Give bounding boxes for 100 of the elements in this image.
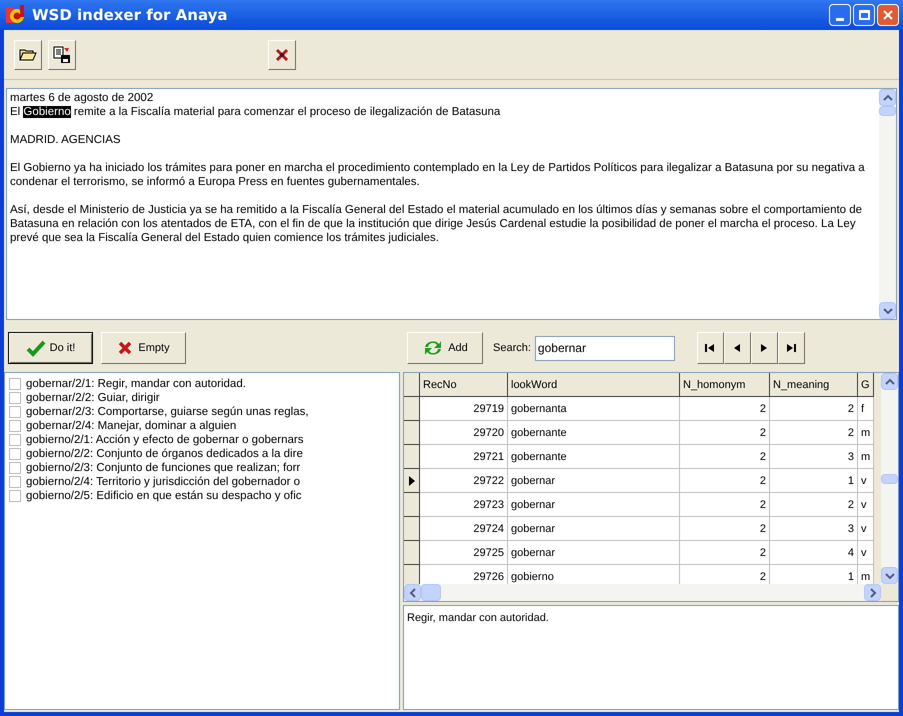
sense-checkbox[interactable] [9,476,21,488]
window-title: WSD indexer for Anaya [32,4,228,26]
table-cell: 29726 [420,565,508,584]
row-indicator[interactable] [404,445,420,469]
add-button[interactable]: Add [407,332,483,364]
table-cell: v [858,517,874,541]
document-text-area[interactable] [6,88,897,320]
document-paragraph: El Gobierno ya ha iniciado los trámites para poner en marcha el procedimiento contemplado en la Ley de Partidos Políticos para ilegalizar a Batasuna por su negativa a condenar el terrorismo, se informó a Europa Press en fuentes gubernamentales. [10,161,866,189]
sense-checkbox[interactable] [9,448,21,460]
grid-vertical-scrollbar[interactable] [881,373,898,584]
sense-checkbox[interactable] [9,406,21,418]
scroll-down-button[interactable] [881,567,898,584]
sense-checkbox[interactable] [9,378,21,390]
table-cell: gobernar [508,493,680,517]
column-header[interactable]: N_homonym [680,373,770,397]
table-cell: 2 [680,541,770,565]
sense-label[interactable]: gobierno/2/4: Territorio y jurisdicción del gobernador o [26,475,300,489]
table-cell: 4 [770,541,858,565]
table-cell: 2 [770,493,858,517]
definition-text: Regir, mandar con autoridad. [407,612,549,624]
scroll-down-button[interactable] [879,302,896,319]
previous-record-button[interactable] [724,332,751,364]
table-cell: gobernar [508,517,680,541]
sense-label[interactable]: gobernar/2/2: Guiar, dirigir [26,391,160,405]
app-icon [6,5,26,25]
scroll-up-button[interactable] [881,373,898,390]
column-header[interactable]: G [858,373,874,397]
table-cell: 2 [680,565,770,584]
scroll-right-button[interactable] [864,584,881,601]
cross-icon [274,46,290,62]
search-label: Search: [493,340,531,356]
sense-label[interactable]: gobierno/2/5: Edificio en que están su despacho y ofic [26,489,302,503]
column-header[interactable]: RecNo [420,373,508,397]
scrollbar-thumb[interactable] [421,584,441,601]
table-cell: gobernar [508,469,680,493]
open-folder-button[interactable] [14,40,42,70]
sense-label[interactable]: gobierno/2/3: Conjunto de funciones que realizan; forr [26,461,300,475]
last-record-button[interactable] [778,332,805,364]
close-button[interactable] [877,4,899,26]
document-paragraph: MADRID. AGENCIAS [10,133,122,147]
scroll-up-button[interactable] [879,89,896,106]
next-record-button[interactable] [750,332,778,364]
table-cell: 2 [680,445,770,469]
scroll-left-button[interactable] [404,584,421,601]
table-cell: gobernante [508,421,680,445]
empty-button[interactable]: Empty [101,332,186,364]
vertical-scrollbar[interactable] [879,89,896,319]
table-cell: gobernante [508,445,680,469]
maximize-button[interactable] [853,4,875,26]
table-cell: v [858,493,874,517]
sense-checkbox[interactable] [9,434,21,446]
table-cell: 2 [680,469,770,493]
table-cell: 2 [680,421,770,445]
grid-horizontal-scrollbar[interactable] [404,584,881,601]
row-indicator[interactable] [404,541,420,565]
sense-checkbox[interactable] [9,392,21,404]
table-cell: 29725 [420,541,508,565]
row-indicator[interactable] [404,397,420,421]
sense-label[interactable]: gobierno/2/2: Conjunto de órganos dedicados a la dire [26,447,303,461]
do-it-button[interactable]: Do it! [8,332,93,364]
sense-label[interactable]: gobernar/2/1: Regir, mandar con autoridad. [26,377,246,391]
column-header[interactable]: lookWord [508,373,680,397]
table-cell: gobierno [508,565,680,584]
table-cell: 29721 [420,445,508,469]
table-cell: 2 [770,397,858,421]
table-cell: 29724 [420,517,508,541]
table-cell: gobernanta [508,397,680,421]
scrollbar-thumb[interactable] [881,474,898,484]
table-cell: 3 [770,445,858,469]
document-date: martes 6 de agosto de 2002 [10,91,154,105]
table-cell: m [858,445,874,469]
row-indicator[interactable] [404,517,420,541]
folder-icon [19,48,37,62]
minimize-button[interactable] [829,4,851,26]
column-header[interactable]: N_meaning [770,373,858,397]
table-cell: 3 [770,517,858,541]
document-headline: El Gobierno remite a la Fiscalía material para comenzar el proceso de ilegalización de Batasuna [10,105,502,119]
save-document-button[interactable] [48,40,76,70]
sense-label[interactable]: gobierno/2/1: Acción y efecto de gobernar o gobernars [26,433,304,447]
delete-button[interactable] [268,40,296,70]
table-cell: m [858,565,874,584]
row-indicator[interactable] [404,421,420,445]
sense-checkbox[interactable] [9,462,21,474]
sense-label[interactable]: gobernar/2/4: Manejar, dominar a alguien [26,419,236,433]
table-cell: 2 [680,493,770,517]
table-cell: 29719 [420,397,508,421]
sense-label[interactable]: gobernar/2/3: Comportarse, guiarse según unas reglas, [26,405,309,419]
table-cell: gobernar [508,541,680,565]
table-cell: v [858,541,874,565]
row-indicator[interactable] [404,469,420,493]
first-record-button[interactable] [696,332,724,364]
document-paragraph: Así, desde el Ministerio de Justicia ya se ha remitido a la Fiscalía General del Estado el material acumulado en los últimos días y semanas sobre el comportamiento de Batasuna en relación con los atentados de ETA, con el fin de que la institución que dirige Jesús Cardenal estudie la posibilidad de poner el marcha el proceso. La Ley prevé que sea la Fiscalía General del Estado quien comience los trámites judiciales. [10,203,864,245]
definition-box[interactable]: Regir, mandar con autoridad. [403,605,899,710]
row-indicator[interactable] [404,493,420,517]
table-cell: m [858,421,874,445]
table-cell: f [858,397,874,421]
sense-checkbox[interactable] [9,420,21,432]
search-field[interactable]: gobernar [534,336,675,360]
sense-checkbox[interactable] [9,490,21,502]
scrollbar-thumb[interactable] [879,106,896,116]
